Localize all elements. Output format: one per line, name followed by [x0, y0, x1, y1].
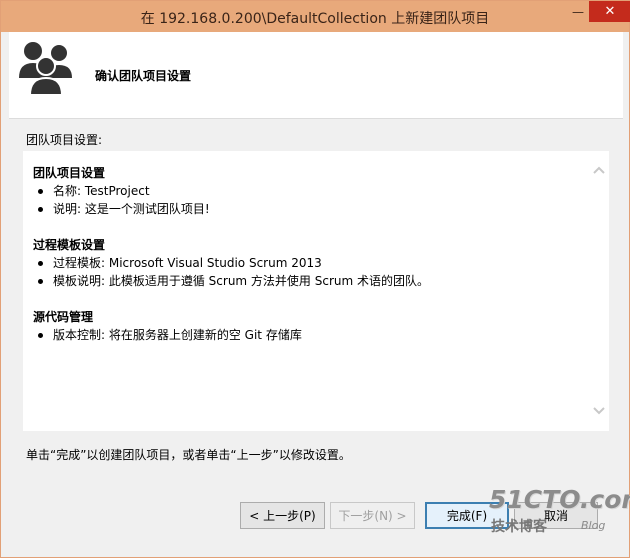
summary-panel[interactable]: 团队项目设置 名称: TestProject 说明: 这是一个测试团队项目! 过… — [23, 151, 609, 431]
title-bar[interactable]: 在 192.168.0.200\DefaultCollection 上新建团队项… — [1, 1, 630, 32]
team-group-icon — [19, 42, 72, 96]
group-title: 团队项目设置 — [33, 166, 106, 180]
finish-button[interactable]: 完成(F) — [425, 502, 509, 529]
summary-group-process-template: 过程模板设置 过程模板: Microsoft Visual Studio Scr… — [33, 236, 593, 290]
list-item: 名称: TestProject — [33, 182, 593, 200]
cancel-button[interactable]: 取消 — [514, 502, 598, 529]
group-title: 过程模板设置 — [33, 238, 106, 252]
minimize-button[interactable]: — — [567, 1, 589, 22]
next-button[interactable]: 下一步(N) > — [330, 502, 415, 529]
list-item: 版本控制: 将在服务器上创建新的空 Git 存储库 — [33, 326, 593, 344]
page-title: 确认团队项目设置 — [95, 69, 192, 83]
wizard-header: 确认团队项目设置 — [9, 32, 623, 119]
window-title: 在 192.168.0.200\DefaultCollection 上新建团队项… — [140, 11, 490, 27]
close-button[interactable]: ✕ — [589, 1, 630, 22]
summary-group-source-control: 源代码管理 版本控制: 将在服务器上创建新的空 Git 存储库 — [33, 308, 593, 344]
list-item: 说明: 这是一个测试团队项目! — [33, 200, 593, 218]
summary-group-project: 团队项目设置 名称: TestProject 说明: 这是一个测试团队项目! — [33, 164, 593, 218]
summary-section-label: 团队项目设置: — [26, 133, 103, 147]
list-item: 过程模板: Microsoft Visual Studio Scrum 2013 — [33, 254, 593, 272]
list-item: 模板说明: 此模板适用于遵循 Scrum 方法并使用 Scrum 术语的团队。 — [33, 272, 593, 290]
summary-content: 团队项目设置 名称: TestProject 说明: 这是一个测试团队项目! 过… — [33, 164, 593, 362]
group-title: 源代码管理 — [33, 310, 94, 324]
scroll-up-icon[interactable] — [591, 164, 607, 178]
back-button[interactable]: < 上一步(P) — [240, 502, 325, 529]
dialog-window: 在 192.168.0.200\DefaultCollection 上新建团队项… — [0, 0, 630, 558]
scroll-down-icon[interactable] — [591, 403, 607, 417]
instruction-text: 单击“完成”以创建团队项目，或者单击“上一步”以修改设置。 — [26, 448, 351, 462]
